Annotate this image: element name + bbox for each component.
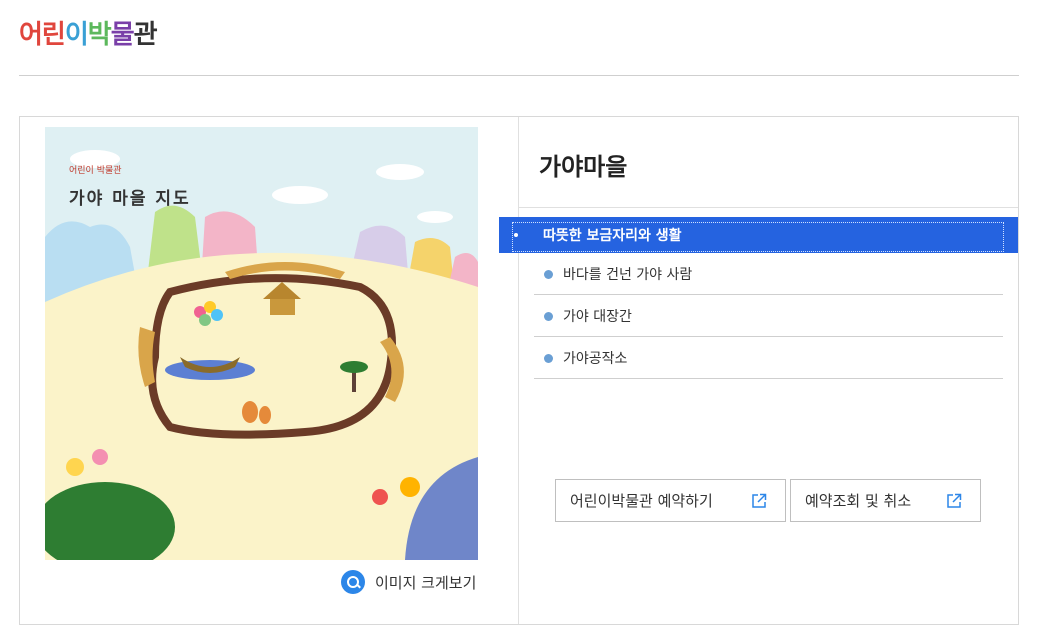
lookup-cancel-button[interactable]: 예약조회 및 취소 xyxy=(790,479,981,522)
exhibit-menu: 따뜻한 보금자리와 생활 바다를 건넌 가야 사람 가야 대장간 가야공작소 xyxy=(499,217,1018,379)
menu-item-warm-home[interactable]: 따뜻한 보금자리와 생활 xyxy=(499,217,1018,253)
section-title: 가야마을 xyxy=(539,153,628,181)
title-char: 물 xyxy=(110,20,135,50)
map-small-title: 어린이 박물관 xyxy=(69,166,122,176)
bullet-icon xyxy=(544,353,553,363)
enlarge-image-label: 이미지 크게보기 xyxy=(375,573,477,592)
header-divider xyxy=(19,75,1019,76)
village-map-image[interactable]: 어린이 박물관 가야 마을 지도 xyxy=(45,127,478,560)
menu-item-sea-crossing[interactable]: 바다를 건넌 가야 사람 xyxy=(499,253,1018,295)
title-char: 박 xyxy=(87,20,112,50)
title-char: 어 xyxy=(19,20,43,50)
title-char: 린 xyxy=(41,20,66,50)
menu-item-label: 가야 대장간 xyxy=(563,309,632,325)
bullet-icon xyxy=(544,311,553,321)
reserve-button-label: 어린이박물관 예약하기 xyxy=(570,492,713,510)
external-link-icon xyxy=(752,493,767,508)
lookup-button-label: 예약조회 및 취소 xyxy=(805,492,912,510)
enlarge-image-button[interactable]: 이미지 크게보기 xyxy=(341,570,476,594)
title-char: 이 xyxy=(64,20,89,50)
menu-item-blacksmith[interactable]: 가야 대장간 xyxy=(499,295,1018,337)
menu-item-label: 가야공작소 xyxy=(563,351,628,367)
menu-item-workshop[interactable]: 가야공작소 xyxy=(499,337,1018,379)
map-title: 가야 마을 지도 xyxy=(69,189,191,209)
site-title[interactable]: 어린이박물관 xyxy=(19,18,158,52)
menu-item-label: 바다를 건넌 가야 사람 xyxy=(563,267,693,283)
magnifier-icon xyxy=(341,570,365,594)
section-divider xyxy=(519,207,1018,208)
title-char: 관 xyxy=(133,20,158,50)
reserve-button[interactable]: 어린이박물관 예약하기 xyxy=(555,479,786,522)
focus-outline xyxy=(512,222,1004,252)
external-link-icon xyxy=(947,493,962,508)
menu-divider xyxy=(534,378,1003,379)
bullet-icon xyxy=(544,269,553,279)
